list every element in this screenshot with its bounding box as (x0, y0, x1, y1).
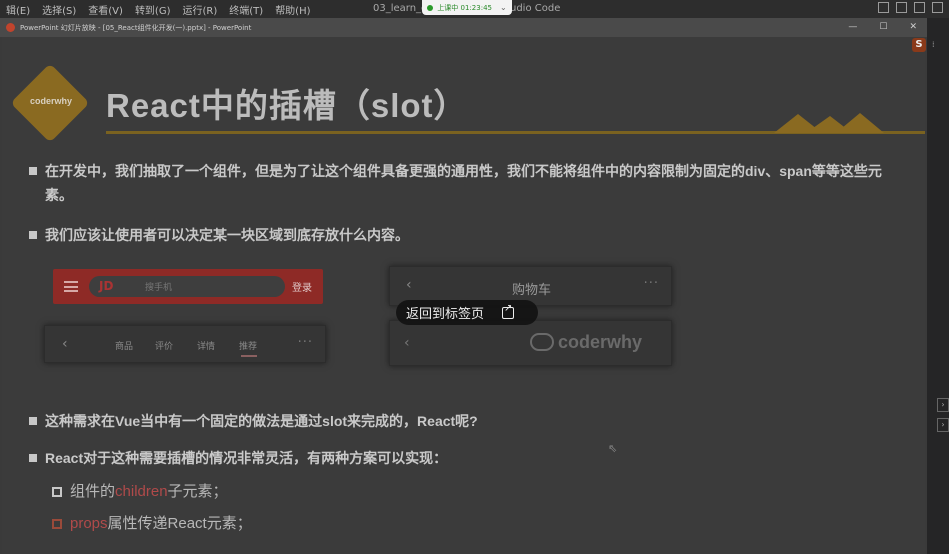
menu-run[interactable]: 运行(R) (177, 2, 224, 17)
customize-layout-icon[interactable] (932, 2, 943, 13)
mountains-decoration (774, 113, 884, 133)
bullet-4-text: React对于这种需要插槽的情况非常灵活，有两种方案可以实现： (45, 450, 448, 466)
menu-terminal[interactable]: 终端(T) (223, 2, 269, 17)
sub1-highlight: children (115, 483, 168, 500)
bullet-2-text: 我们应该让使用者可以决定某一块区域到底存放什么内容。 (45, 227, 409, 243)
recording-dot-icon (427, 4, 434, 11)
watermark-text: coderwhy (558, 332, 643, 352)
ppt-window-title: PowerPoint 幻灯片放映 - [05_React组件化开发(一).ppt… (20, 23, 252, 32)
sogou-ime-icon[interactable]: S (912, 38, 926, 52)
toggle-secondary-sidebar-icon[interactable] (914, 2, 925, 13)
more-dots-icon: ··· (297, 335, 313, 350)
tab-details: 详情 (197, 342, 216, 352)
bullet-2: 我们应该让使用者可以决定某一块区域到底存放什么内容。 (29, 223, 909, 247)
recording-indicator[interactable]: 上课中 01:23:45 ⌄ (422, 0, 512, 15)
menu-edit[interactable]: 辑(E) (0, 2, 36, 17)
bullet-square-icon (29, 231, 37, 239)
hamburger-icon (64, 281, 78, 292)
sub2-highlight: props (70, 515, 108, 532)
bullet-1-text: 在开发中，我们抽取了一个组件，但是为了让这个组件具备更强的通用性，我们不能将组件… (45, 163, 882, 203)
expand-panel-icon[interactable]: › (937, 398, 949, 412)
cart-title: 购物车 (512, 283, 552, 298)
return-to-tab-label: 返回到标签页 (406, 307, 485, 322)
jd-login-label: 登录 (292, 283, 312, 294)
menu-go[interactable]: 转到(G) (129, 2, 177, 17)
more-dots-icon: ··· (643, 276, 659, 291)
powerpoint-window: PowerPoint 幻灯片放映 - [05_React组件化开发(一).ppt… (0, 18, 927, 554)
bullet-square-icon (29, 167, 37, 175)
window-title-left: 03_learn_c (373, 3, 427, 14)
back-chevron-icon: ‹ (404, 335, 410, 351)
bullet-3: 这种需求在Vue当中有一个固定的做法是通过slot来完成的，React呢? (29, 409, 909, 433)
ppt-titlebar: PowerPoint 幻灯片放映 - [05_React组件化开发(一).ppt… (0, 18, 927, 37)
return-to-tab-button[interactable]: 返回到标签页 (396, 300, 538, 325)
sub-bullet-props: props属性传递React元素； (52, 512, 252, 533)
sub1-suffix: 子元素； (167, 483, 228, 500)
tab-reviews: 评价 (155, 342, 174, 352)
close-icon[interactable]: ✕ (909, 22, 917, 32)
jd-search-placeholder: 搜手机 (145, 283, 173, 293)
sub1-prefix: 组件的 (70, 483, 116, 500)
bullet-square-icon (29, 454, 37, 462)
minimize-icon[interactable]: — (848, 22, 857, 32)
sub-bullet-children: 组件的children子元素； (52, 480, 228, 501)
open-external-icon (502, 303, 515, 319)
bullet-3-text: 这种需求在Vue当中有一个固定的做法是通过slot来完成的，React呢? (45, 413, 478, 429)
toggle-sidebar-icon[interactable] (878, 2, 889, 13)
expand-panel-icon-2[interactable]: › (937, 418, 949, 432)
bullet-4: React对于这种需要插槽的情况非常灵活，有两种方案可以实现： (29, 446, 909, 470)
window-controls: — ☐ ✕ (848, 22, 917, 32)
bullet-1: 在开发中，我们抽取了一个组件，但是为了让这个组件具备更强的通用性，我们不能将组件… (29, 159, 909, 207)
slide-title: React中的插槽（slot） (106, 87, 468, 124)
jd-search-box: JD 搜手机 (89, 276, 285, 297)
window-title-right: udio Code (510, 3, 561, 14)
demo-search-navbar: ‹ coderwhy (389, 320, 672, 366)
hollow-square-icon (52, 487, 62, 497)
menu-help[interactable]: 帮助(H) (269, 2, 316, 17)
mouse-cursor-icon: ⇖ (608, 442, 618, 455)
tray-icon[interactable]: ⁞ (932, 40, 944, 50)
bullet-square-icon (29, 417, 37, 425)
chevron-down-icon: ⌄ (499, 3, 507, 12)
vscode-menubar: 辑(E) 选择(S) 查看(V) 转到(G) 运行(R) 终端(T) 帮助(H)… (0, 0, 949, 18)
powerpoint-logo-icon (6, 23, 15, 32)
maximize-icon[interactable]: ☐ (879, 22, 887, 32)
menu-view[interactable]: 查看(V) (82, 2, 129, 17)
back-chevron-icon: ‹ (62, 336, 68, 352)
coderwhy-watermark-icon (530, 333, 554, 351)
layout-controls (878, 2, 943, 13)
badge-label: coderwhy (29, 96, 72, 106)
back-chevron-icon: ‹ (406, 277, 412, 293)
tab-recommend: 推荐 (239, 342, 258, 352)
tab-active-indicator (241, 355, 257, 357)
jd-logo: JD (99, 279, 114, 293)
toggle-panel-icon[interactable] (896, 2, 907, 13)
menu-selection[interactable]: 选择(S) (36, 2, 82, 17)
right-side-strip (927, 18, 949, 554)
tab-goods: 商品 (115, 342, 134, 352)
sub2-suffix: 属性传递React元素； (107, 515, 252, 532)
recording-label: 上课中 01:23:45 (437, 3, 492, 12)
slide: coderwhy React中的插槽（slot） 在开发中，我们抽取了一个组件，… (2, 37, 925, 554)
demo-jd-searchbar: JD 搜手机 登录 (53, 269, 323, 304)
demo-tab-navbar: ‹ 商品 评价 详情 推荐 ··· (44, 325, 326, 363)
hollow-square-icon (52, 519, 62, 529)
